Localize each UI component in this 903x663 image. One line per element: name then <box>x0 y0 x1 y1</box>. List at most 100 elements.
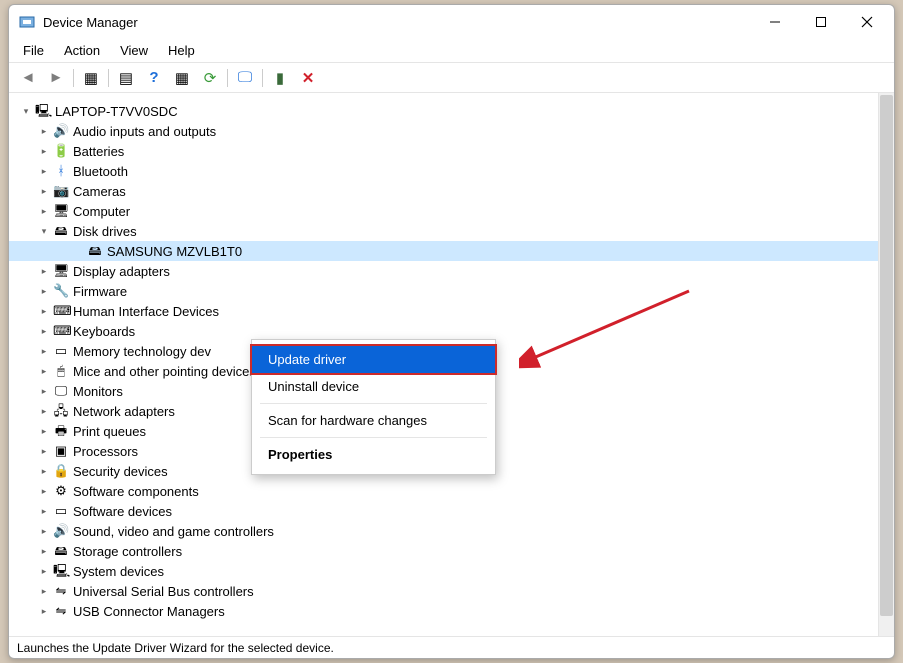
expand-icon[interactable]: ▸ <box>37 204 51 218</box>
tree-node[interactable]: ▸⌨Keyboards <box>9 321 878 341</box>
help-button[interactable]: ? <box>141 66 167 90</box>
expand-icon[interactable]: ▸ <box>37 284 51 298</box>
menu-file[interactable]: File <box>13 41 54 60</box>
tree-node-label: Computer <box>73 204 130 219</box>
delete-icon: ✕ <box>302 69 315 87</box>
scroll-thumb[interactable] <box>880 95 893 616</box>
back-button[interactable]: ◄ <box>15 66 41 90</box>
expand-icon[interactable]: ▸ <box>37 264 51 278</box>
refresh-button[interactable]: ▦ <box>169 66 195 90</box>
properties-button[interactable]: ▤ <box>113 66 139 90</box>
expand-icon[interactable]: ▸ <box>37 564 51 578</box>
device-category-icon: ⌨ <box>53 303 69 319</box>
tree-node-label: USB Connector Managers <box>73 604 225 619</box>
uninstall-button[interactable]: ✕ <box>295 66 321 90</box>
device-category-icon: ⚙ <box>53 483 69 499</box>
tree-node[interactable]: ▸⚙ Software components <box>9 481 878 501</box>
minimize-button[interactable] <box>752 6 798 38</box>
context-menu-item[interactable]: Properties <box>252 441 495 468</box>
back-icon: ◄ <box>21 69 36 86</box>
expand-icon[interactable]: ▸ <box>37 164 51 178</box>
tree-node[interactable]: ▸📷Cameras <box>9 181 878 201</box>
toolbar-separator <box>73 69 74 87</box>
tree-node-label: Cameras <box>73 184 126 199</box>
show-hidden-icon: ▦ <box>84 69 98 87</box>
tree-node-label: Mice and other pointing devices <box>73 364 256 379</box>
expand-icon[interactable]: ▸ <box>37 504 51 518</box>
device-category-icon: 🔧 <box>53 283 69 299</box>
device-category-icon: 🔒 <box>53 463 69 479</box>
tree-node-label: Universal Serial Bus controllers <box>73 584 254 599</box>
expand-icon[interactable]: ▸ <box>37 544 51 558</box>
expand-icon[interactable]: ▸ <box>37 584 51 598</box>
tree-node[interactable]: ▸🔊 Audio inputs and outputs <box>9 121 878 141</box>
tree-node-label: Firmware <box>73 284 127 299</box>
display-button[interactable]: 🖵 <box>232 66 258 90</box>
maximize-button[interactable] <box>798 6 844 38</box>
tree-node[interactable]: ▸🔋Batteries <box>9 141 878 161</box>
update-icon: ⟳ <box>204 69 217 87</box>
tree-node-label: Bluetooth <box>73 164 128 179</box>
expand-icon[interactable]: ▸ <box>37 324 51 338</box>
tree-node[interactable]: ▸⇋Universal Serial Bus controllers <box>9 581 878 601</box>
tree-node-label: Memory technology dev <box>73 344 211 359</box>
expand-icon[interactable]: ▸ <box>37 524 51 538</box>
tree-node[interactable]: ▸🔊Sound, video and game controllers <box>9 521 878 541</box>
device-category-icon: 🔊 <box>53 123 69 139</box>
show-hidden-button[interactable]: ▦ <box>78 66 104 90</box>
context-menu-item[interactable]: Scan for hardware changes <box>252 407 495 434</box>
expand-icon[interactable]: ▸ <box>37 124 51 138</box>
tree-node-label: Audio inputs and outputs <box>73 124 216 139</box>
toolbar-separator <box>108 69 109 87</box>
context-menu-item[interactable]: Uninstall device <box>252 373 495 400</box>
context-menu-item[interactable]: Update driver <box>252 346 495 373</box>
expand-icon[interactable]: ▸ <box>37 384 51 398</box>
expand-icon[interactable]: ▸ <box>37 604 51 618</box>
tree-node[interactable]: ▾🖳LAPTOP-T7VV0SDC <box>9 101 878 121</box>
tree-node[interactable]: ▸⌨Human Interface Devices <box>9 301 878 321</box>
tree-node-label: Disk drives <box>73 224 137 239</box>
expand-icon[interactable] <box>71 244 85 258</box>
expand-icon[interactable]: ▸ <box>37 304 51 318</box>
expand-icon[interactable]: ▸ <box>37 184 51 198</box>
device-manager-window: Device Manager File Action View Help ◄ ►… <box>8 4 895 659</box>
tree-node[interactable]: ▸🖥 Computer <box>9 201 878 221</box>
tree-node-label: Software components <box>73 484 199 499</box>
expand-icon[interactable]: ▸ <box>37 484 51 498</box>
forward-button[interactable]: ► <box>43 66 69 90</box>
close-button[interactable] <box>844 6 890 38</box>
properties-icon: ▤ <box>119 69 133 87</box>
tree-node[interactable]: ▸🖳System devices <box>9 561 878 581</box>
expand-icon[interactable]: ▸ <box>37 404 51 418</box>
tree-node[interactable]: ▸ᚼBluetooth <box>9 161 878 181</box>
update-driver-button[interactable]: ⟳ <box>197 66 223 90</box>
expand-icon[interactable]: ▸ <box>37 344 51 358</box>
menu-view[interactable]: View <box>110 41 158 60</box>
tree-node[interactable]: ▸▭Software devices <box>9 501 878 521</box>
device-category-icon: 🖶 <box>53 423 69 439</box>
expand-icon[interactable]: ▸ <box>37 364 51 378</box>
tree-node-label: SAMSUNG MZVLB1T0 <box>107 244 242 259</box>
expand-icon[interactable]: ▸ <box>37 144 51 158</box>
expand-icon[interactable]: ▸ <box>37 444 51 458</box>
context-menu-separator <box>260 437 487 438</box>
enable-button[interactable]: ▮ <box>267 66 293 90</box>
tree-node[interactable]: ▸⇋ USB Connector Managers <box>9 601 878 621</box>
device-category-icon: ⇋ <box>53 603 69 619</box>
tree-node[interactable]: ▸🔧 Firmware <box>9 281 878 301</box>
tree-node-label: Storage controllers <box>73 544 182 559</box>
collapse-icon[interactable]: ▾ <box>37 224 51 238</box>
expand-icon[interactable]: ▸ <box>37 464 51 478</box>
tree-node[interactable]: ▾🖴Disk drives <box>9 221 878 241</box>
expand-icon[interactable]: ▸ <box>37 424 51 438</box>
vertical-scrollbar[interactable] <box>878 93 894 636</box>
device-category-icon: 🖥 <box>53 203 69 219</box>
menu-help[interactable]: Help <box>158 41 205 60</box>
toolbar: ◄ ► ▦ ▤ ? ▦ ⟳ 🖵 ▮ ✕ <box>9 63 894 93</box>
collapse-icon[interactable]: ▾ <box>19 104 33 118</box>
menu-action[interactable]: Action <box>54 41 110 60</box>
titlebar[interactable]: Device Manager <box>9 5 894 39</box>
tree-node[interactable]: ▸🖥Display adapters <box>9 261 878 281</box>
tree-node[interactable]: 🖴SAMSUNG MZVLB1T0 <box>9 241 878 261</box>
tree-node[interactable]: ▸🖴Storage controllers <box>9 541 878 561</box>
